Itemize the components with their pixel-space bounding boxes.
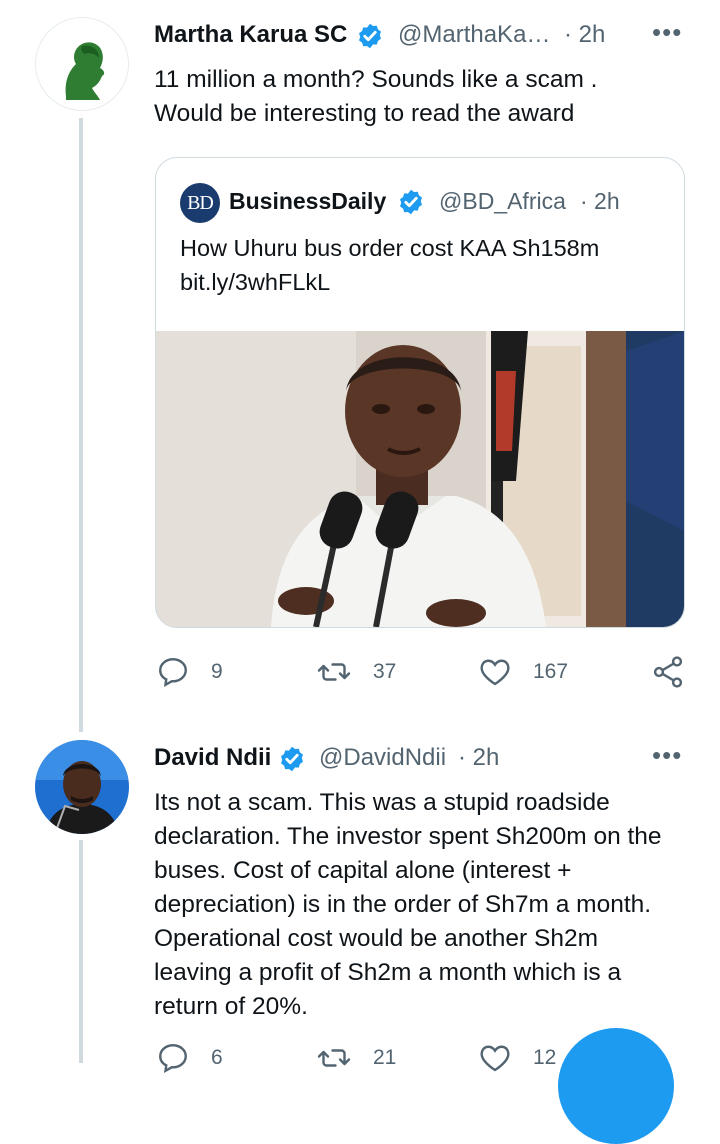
tweet-text-line: buses. Cost of capital alone (interest + (154, 857, 572, 884)
tweet-text-line: 11 million a month? Sounds like a scam . (154, 66, 598, 93)
retweet-icon (317, 663, 351, 681)
reply-button[interactable]: 9 (155, 654, 223, 690)
like-icon (480, 1045, 510, 1072)
tweet-text-line: return of 20%. (154, 993, 308, 1020)
quoted-tweet-card[interactable]: BD BusinessDaily @BD_Africa · 2h How Uhu… (155, 157, 685, 628)
tweet-text: Its not a scam. This was a stupid roadsi… (154, 786, 704, 1024)
quoted-tweet-time[interactable]: · 2h (580, 188, 620, 215)
like-count: 12 (533, 1046, 557, 1069)
tweet-time[interactable]: · 2h (564, 21, 605, 49)
thread-line (79, 118, 83, 732)
author-name[interactable]: Martha Karua SC (154, 21, 347, 49)
retweet-button[interactable]: 37 (315, 654, 396, 690)
reply-icon (159, 658, 187, 687)
like-icon (480, 659, 510, 686)
verified-badge-icon (400, 189, 422, 215)
quoted-tweet-text: How Uhuru bus order cost KAA Sh158m bit.… (180, 231, 670, 299)
tweet-text-line: Operational cost would be another Sh2m (154, 925, 598, 952)
reply-button[interactable]: 6 (155, 1040, 223, 1076)
logo-text: BD (187, 191, 214, 214)
avatar-david[interactable] (35, 740, 129, 834)
thread-line-lower (79, 840, 83, 1063)
quoted-link[interactable]: bit.ly/3whFLkL (180, 265, 670, 299)
tweet-time[interactable]: · 2h (458, 744, 499, 772)
reply-icon (159, 1044, 187, 1073)
retweet-count: 21 (373, 1046, 397, 1069)
like-button[interactable]: 12 (477, 1040, 556, 1076)
verified-badge-icon (281, 746, 303, 772)
reply-count: 9 (211, 660, 223, 683)
reply-count: 6 (211, 1046, 223, 1069)
author-handle[interactable]: @MarthaKa… (398, 21, 550, 49)
tweet-text-line: declaration. The investor spent Sh200m o… (154, 823, 662, 850)
tweet-text-line: leaving a profit of Sh2m a month which i… (154, 959, 622, 986)
tweet-text-line: Its not a scam. This was a stupid roadsi… (154, 789, 610, 816)
retweet-button[interactable]: 21 (315, 1040, 396, 1076)
more-icon[interactable]: ••• (652, 740, 682, 771)
share-button[interactable] (650, 654, 686, 695)
businessdaily-logo[interactable]: BD (180, 183, 220, 223)
share-icon (653, 656, 683, 688)
more-icon[interactable]: ••• (652, 17, 682, 48)
tweet-text-line: depreciation) is in the order of Sh7m a … (154, 891, 652, 918)
avatar-martha[interactable] (35, 17, 129, 111)
author-name[interactable]: David Ndii (154, 744, 271, 772)
verified-badge-icon (359, 23, 381, 49)
compose-tweet-button[interactable] (558, 1028, 674, 1144)
tweet-text: 11 million a month? Sounds like a scam .… (154, 63, 694, 131)
retweet-count: 37 (373, 660, 397, 683)
like-count: 167 (533, 660, 569, 683)
like-button[interactable]: 167 (477, 654, 568, 690)
quoted-author-handle[interactable]: @BD_Africa (439, 188, 566, 215)
quoted-tweet-image[interactable] (156, 331, 684, 627)
retweet-icon (317, 1049, 351, 1067)
quoted-author-name[interactable]: BusinessDaily (229, 188, 386, 215)
author-handle[interactable]: @DavidNdii (319, 744, 446, 772)
tweet-text-line: Would be interesting to read the award (154, 100, 575, 127)
quoted-text-line: How Uhuru bus order cost KAA Sh158m (180, 235, 600, 261)
